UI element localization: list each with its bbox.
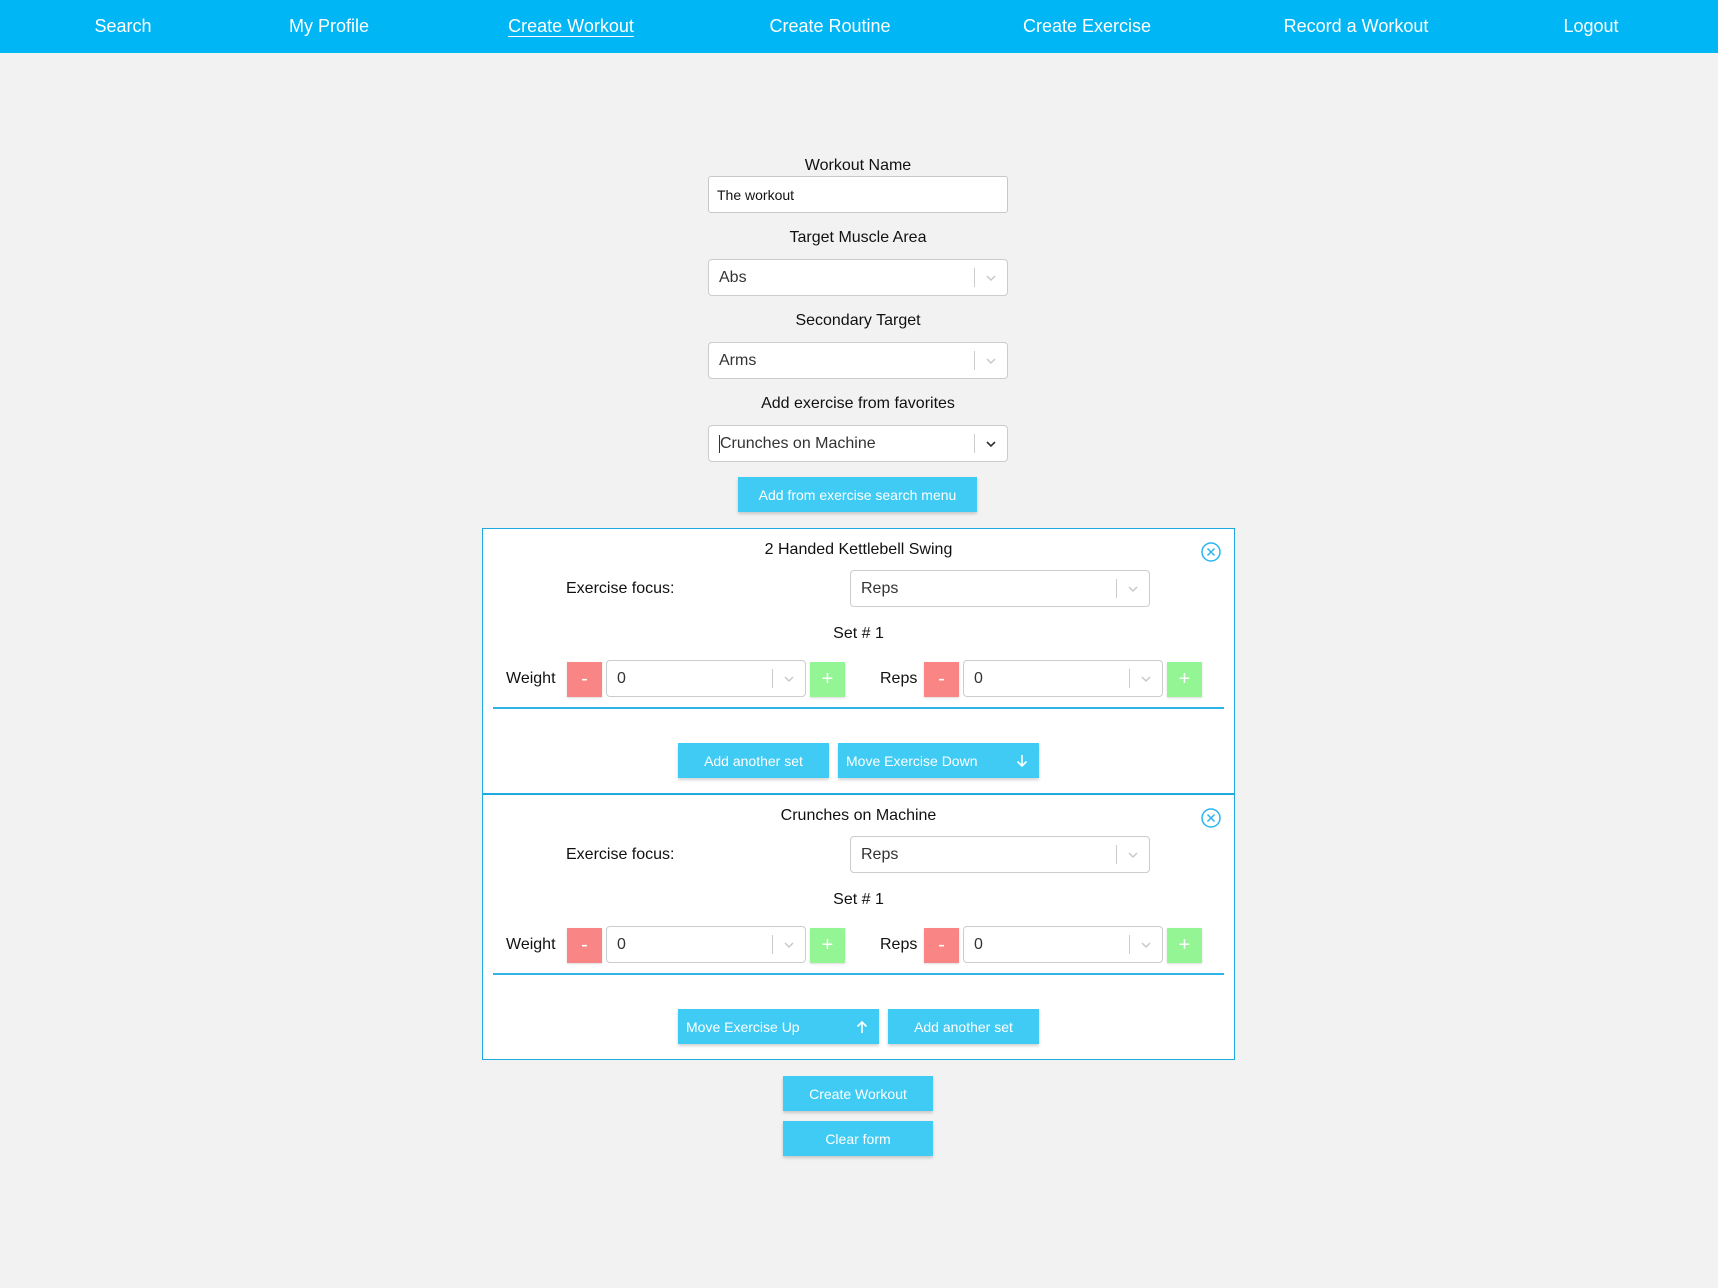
select-separator bbox=[772, 935, 773, 954]
exercise-card: 2 Handed Kettlebell Swing Exercise focus… bbox=[482, 528, 1235, 794]
set-divider bbox=[493, 973, 1224, 975]
workout-name-label: Workout Name bbox=[804, 157, 912, 174]
nav-logout[interactable]: Logout bbox=[1563, 0, 1618, 53]
exercise-focus-select[interactable]: Reps bbox=[850, 570, 1150, 607]
select-separator bbox=[974, 268, 975, 287]
reps-select[interactable]: 0 bbox=[963, 660, 1163, 697]
target-muscle-select[interactable]: Abs bbox=[708, 259, 1008, 296]
exercise-focus-label: Exercise focus: bbox=[566, 580, 675, 597]
weight-value: 0 bbox=[617, 935, 626, 953]
reps-label: Reps bbox=[880, 936, 918, 953]
set-divider bbox=[493, 707, 1224, 709]
chevron-down-icon[interactable] bbox=[1138, 937, 1154, 953]
reps-increment-button[interactable]: + bbox=[1167, 662, 1202, 697]
target-muscle-label: Target Muscle Area bbox=[789, 229, 927, 246]
set-number-label: Set # 1 bbox=[833, 891, 884, 908]
chevron-down-icon[interactable] bbox=[1125, 581, 1141, 597]
nav-record-workout[interactable]: Record a Workout bbox=[1284, 0, 1429, 53]
select-separator bbox=[1116, 845, 1117, 864]
nav-create-exercise[interactable]: Create Exercise bbox=[1023, 0, 1151, 53]
select-separator bbox=[974, 351, 975, 370]
exercise-focus-select[interactable]: Reps bbox=[850, 836, 1150, 873]
top-navbar: Search My Profile Create Workout Create … bbox=[0, 0, 1718, 53]
reps-decrement-button[interactable]: - bbox=[924, 662, 959, 697]
exercise-focus-label: Exercise focus: bbox=[566, 846, 675, 863]
nav-search[interactable]: Search bbox=[94, 0, 151, 53]
add-another-set-button[interactable]: Add another set bbox=[678, 743, 829, 778]
chevron-down-icon[interactable] bbox=[1125, 847, 1141, 863]
secondary-target-value: Arms bbox=[719, 351, 757, 369]
add-from-search-menu-button[interactable]: Add from exercise search menu bbox=[738, 477, 977, 512]
exercise-title: Crunches on Machine bbox=[780, 807, 937, 824]
arrow-down-icon bbox=[1015, 754, 1029, 768]
reps-select[interactable]: 0 bbox=[963, 926, 1163, 963]
chevron-down-icon[interactable] bbox=[983, 353, 999, 369]
move-exercise-down-label: Move Exercise Down bbox=[846, 752, 978, 769]
close-icon[interactable] bbox=[1200, 541, 1222, 563]
nav-my-profile[interactable]: My Profile bbox=[289, 0, 369, 53]
chevron-down-icon[interactable] bbox=[983, 436, 999, 452]
add-another-set-button[interactable]: Add another set bbox=[888, 1009, 1039, 1044]
favorites-label: Add exercise from favorites bbox=[761, 395, 955, 412]
weight-decrement-button[interactable]: - bbox=[567, 662, 602, 697]
chevron-down-icon[interactable] bbox=[983, 270, 999, 286]
reps-label: Reps bbox=[880, 670, 918, 687]
move-exercise-up-button[interactable]: Move Exercise Up bbox=[678, 1009, 879, 1044]
reps-decrement-button[interactable]: - bbox=[924, 928, 959, 963]
weight-label: Weight bbox=[506, 670, 556, 687]
exercise-focus-value: Reps bbox=[861, 579, 899, 597]
select-separator bbox=[1129, 935, 1130, 954]
secondary-target-select[interactable]: Arms bbox=[708, 342, 1008, 379]
set-number-label: Set # 1 bbox=[833, 625, 884, 642]
nav-create-workout[interactable]: Create Workout bbox=[508, 0, 634, 53]
reps-increment-button[interactable]: + bbox=[1167, 928, 1202, 963]
chevron-down-icon[interactable] bbox=[781, 671, 797, 687]
weight-increment-button[interactable]: + bbox=[810, 928, 845, 963]
target-muscle-value: Abs bbox=[719, 268, 747, 286]
favorites-select[interactable]: Crunches on Machine bbox=[708, 425, 1008, 462]
favorites-value: Crunches on Machine bbox=[719, 434, 876, 453]
create-workout-button[interactable]: Create Workout bbox=[783, 1076, 933, 1111]
clear-form-button[interactable]: Clear form bbox=[783, 1121, 933, 1156]
nav-create-routine[interactable]: Create Routine bbox=[769, 0, 890, 53]
weight-label: Weight bbox=[506, 936, 556, 953]
secondary-target-label: Secondary Target bbox=[795, 312, 921, 329]
weight-value: 0 bbox=[617, 669, 626, 687]
close-icon[interactable] bbox=[1200, 807, 1222, 829]
exercise-card: Crunches on Machine Exercise focus: Reps… bbox=[482, 794, 1235, 1060]
move-exercise-down-button[interactable]: Move Exercise Down bbox=[838, 743, 1039, 778]
weight-decrement-button[interactable]: - bbox=[567, 928, 602, 963]
select-separator bbox=[974, 434, 975, 453]
arrow-up-icon bbox=[855, 1020, 869, 1034]
weight-increment-button[interactable]: + bbox=[810, 662, 845, 697]
select-separator bbox=[1116, 579, 1117, 598]
chevron-down-icon[interactable] bbox=[1138, 671, 1154, 687]
weight-select[interactable]: 0 bbox=[606, 660, 806, 697]
exercise-title: 2 Handed Kettlebell Swing bbox=[764, 541, 953, 558]
select-separator bbox=[772, 669, 773, 688]
reps-value: 0 bbox=[974, 935, 983, 953]
select-separator bbox=[1129, 669, 1130, 688]
move-exercise-up-label: Move Exercise Up bbox=[686, 1018, 800, 1035]
chevron-down-icon[interactable] bbox=[781, 937, 797, 953]
workout-name-input[interactable] bbox=[708, 176, 1008, 213]
weight-select[interactable]: 0 bbox=[606, 926, 806, 963]
exercise-focus-value: Reps bbox=[861, 845, 899, 863]
reps-value: 0 bbox=[974, 669, 983, 687]
